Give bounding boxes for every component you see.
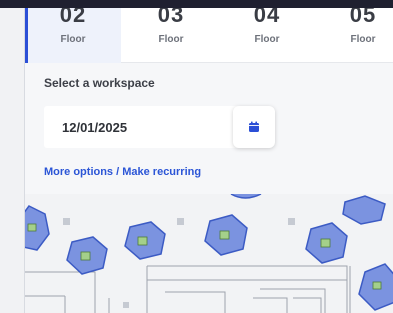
desk-cluster-1[interactable] [25, 205, 50, 251]
floor-map[interactable] [25, 194, 393, 313]
calendar-button[interactable] [233, 106, 275, 148]
desk-cluster-4[interactable] [204, 214, 248, 256]
desk-cluster-7[interactable] [358, 263, 393, 311]
select-workspace-label: Select a workspace [44, 76, 155, 90]
desk-cluster-6[interactable] [342, 195, 386, 225]
floor-tab-05[interactable]: 05 Floor [315, 8, 393, 63]
floor-tab-03[interactable]: 03 Floor [123, 8, 219, 63]
desk-cluster-2[interactable] [66, 236, 108, 275]
floor-number: 05 [349, 8, 377, 27]
desk-cluster-8[interactable] [230, 194, 262, 199]
booking-panel: 02 Floor 03 Floor 04 Floor 05 Floor Sele… [25, 8, 393, 313]
floor-label: Floor [158, 34, 184, 45]
date-input[interactable] [44, 106, 234, 148]
floor-label: Floor [60, 34, 86, 45]
floor-number: 03 [157, 8, 185, 27]
desk-cluster-3[interactable] [124, 221, 166, 260]
floor-label: Floor [350, 34, 376, 45]
floor-tab-04[interactable]: 04 Floor [219, 8, 315, 63]
floor-tabs: 02 Floor 03 Floor 04 Floor 05 Floor [25, 8, 393, 63]
left-gutter [0, 8, 25, 313]
floor-number: 04 [253, 8, 281, 27]
date-field[interactable] [44, 106, 244, 148]
window-top-bar [0, 0, 393, 8]
desk-cluster-5[interactable] [305, 222, 348, 264]
calendar-icon [249, 121, 259, 132]
floor-label: Floor [254, 34, 280, 45]
map-walls [25, 265, 351, 313]
more-options-link[interactable]: More options / Make recurring [44, 166, 201, 178]
floor-tab-02[interactable]: 02 Floor [25, 8, 121, 63]
floor-number: 02 [59, 8, 87, 27]
